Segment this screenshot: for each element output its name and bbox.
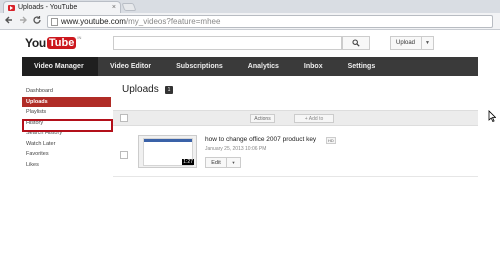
forward-icon[interactable]	[17, 15, 29, 27]
back-icon[interactable]	[3, 15, 15, 27]
tab-close-icon[interactable]: ×	[112, 4, 116, 11]
nav-video-manager[interactable]: Video Manager	[22, 57, 98, 76]
nav-analytics[interactable]: Analytics	[248, 57, 279, 76]
video-thumbnail[interactable]: 1:27	[138, 135, 197, 168]
chevron-down-icon[interactable]: ▼	[421, 37, 433, 49]
select-all-checkbox[interactable]	[120, 114, 128, 122]
mouse-cursor-icon	[488, 110, 497, 124]
address-bar[interactable]: www.youtube.com /my_videos?feature=mhee	[47, 15, 493, 28]
video-duration: 1:27	[182, 159, 194, 165]
tab-title: Uploads - YouTube	[18, 4, 78, 11]
nav-settings[interactable]: Settings	[348, 57, 376, 76]
history-highlight-box	[22, 119, 113, 132]
edit-button[interactable]: Edit ▼	[205, 157, 241, 168]
table-row: 1:27 how to change office 2007 product k…	[113, 127, 478, 177]
sidebar-item-likes[interactable]: Likes	[22, 160, 112, 171]
add-to-button[interactable]: + Add to	[294, 114, 334, 123]
upload-count-badge: 1	[165, 86, 173, 94]
new-tab-button[interactable]	[121, 3, 137, 11]
hd-badge: HD	[326, 137, 336, 144]
url-path: /my_videos?feature=mhee	[125, 17, 221, 26]
youtube-favicon-icon	[8, 4, 15, 11]
upload-button[interactable]: Upload ▼	[390, 36, 434, 50]
browser-tabstrip: Uploads - YouTube ×	[0, 0, 500, 13]
url-host: www.youtube.com	[61, 17, 126, 26]
upload-label: Upload	[396, 40, 416, 46]
thumbnail-band	[144, 139, 192, 142]
search-icon	[352, 39, 360, 47]
sidebar-item-playlists[interactable]: Playlists	[22, 107, 112, 118]
actions-bar: Actions + Add to	[113, 110, 478, 126]
add-to-label: + Add to	[304, 115, 324, 122]
browser-toolbar: www.youtube.com /my_videos?feature=mhee	[0, 13, 500, 30]
youtube-logo[interactable]: You Tube IN	[25, 35, 81, 50]
logo-tube-text: Tube	[46, 36, 77, 49]
search-input[interactable]	[113, 36, 342, 50]
sidebar-item-dashboard[interactable]: Dashboard	[22, 86, 112, 97]
video-date: January 25, 2013 10:06 PM	[205, 146, 267, 152]
main-navbar: Video Manager Video Editor Subscriptions…	[22, 57, 478, 76]
edit-label: Edit	[211, 159, 221, 166]
video-checkbox[interactable]	[120, 151, 128, 159]
sidebar-item-favorites[interactable]: Favorites	[22, 149, 112, 160]
nav-video-editor[interactable]: Video Editor	[110, 57, 151, 76]
sidebar-item-watch-later[interactable]: Watch Later	[22, 139, 112, 150]
sidebar-item-uploads[interactable]: Uploads	[22, 96, 111, 107]
nav-subscriptions[interactable]: Subscriptions	[176, 57, 223, 76]
video-title-link[interactable]: how to change office 2007 product key	[205, 136, 316, 143]
chevron-down-icon[interactable]: ▼	[226, 158, 240, 167]
page-icon	[51, 17, 58, 26]
nav-inbox[interactable]: Inbox	[304, 57, 323, 76]
actions-label: Actions	[254, 115, 271, 122]
logo-you-text: You	[25, 35, 46, 50]
page-title: Uploads	[122, 84, 159, 95]
logo-region-text: IN	[77, 35, 82, 40]
browser-tab[interactable]: Uploads - YouTube ×	[3, 1, 121, 13]
search-button[interactable]	[342, 36, 370, 50]
reload-icon[interactable]	[31, 15, 43, 27]
actions-button[interactable]: Actions	[250, 114, 275, 123]
